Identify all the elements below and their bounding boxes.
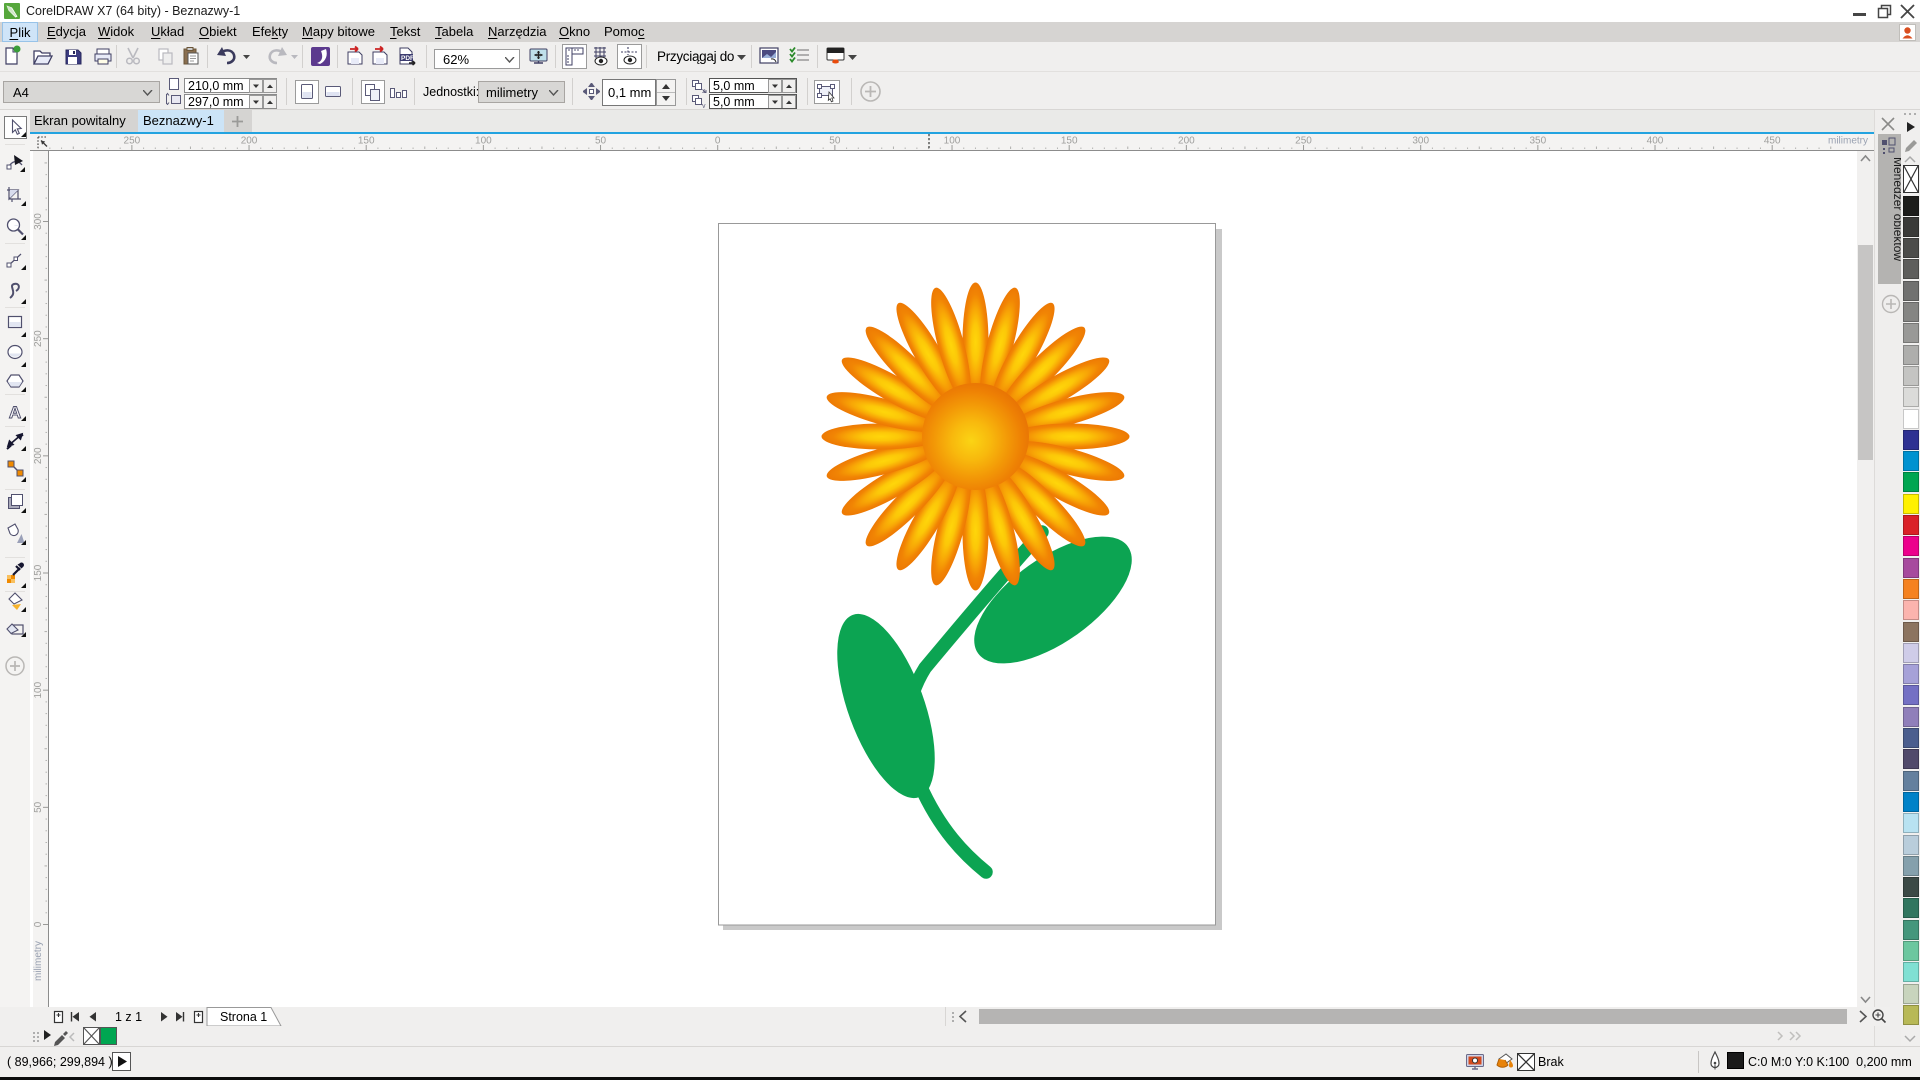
svg-text:PDF: PDF bbox=[401, 55, 414, 62]
svg-text:250: 250 bbox=[124, 136, 141, 147]
svg-text:200: 200 bbox=[241, 136, 258, 147]
svg-text:x: x bbox=[702, 88, 706, 93]
svg-text:100: 100 bbox=[475, 136, 492, 147]
svg-text:400: 400 bbox=[1647, 136, 1664, 147]
svg-text:50: 50 bbox=[33, 801, 44, 813]
svg-text:0: 0 bbox=[33, 921, 44, 927]
svg-text:350: 350 bbox=[1530, 136, 1547, 147]
svg-text:A: A bbox=[9, 403, 21, 422]
svg-text:milimetry: milimetry bbox=[33, 941, 44, 981]
svg-text:milimetry: milimetry bbox=[1828, 136, 1868, 147]
svg-text:200: 200 bbox=[1178, 136, 1195, 147]
svg-text:150: 150 bbox=[358, 136, 375, 147]
svg-text:y: y bbox=[702, 103, 706, 108]
svg-text:100: 100 bbox=[944, 136, 961, 147]
svg-text:250: 250 bbox=[33, 330, 44, 347]
svg-text:150: 150 bbox=[33, 564, 44, 581]
svg-text:300: 300 bbox=[33, 213, 44, 230]
svg-text:50: 50 bbox=[595, 136, 607, 147]
svg-text:150: 150 bbox=[1061, 136, 1078, 147]
svg-text:0: 0 bbox=[715, 136, 721, 147]
svg-text:100: 100 bbox=[33, 681, 44, 698]
svg-text:300: 300 bbox=[1412, 136, 1429, 147]
svg-text:200: 200 bbox=[33, 447, 44, 464]
svg-text:50: 50 bbox=[829, 136, 841, 147]
svg-text:450: 450 bbox=[1764, 136, 1781, 147]
svg-text:250: 250 bbox=[1295, 136, 1312, 147]
